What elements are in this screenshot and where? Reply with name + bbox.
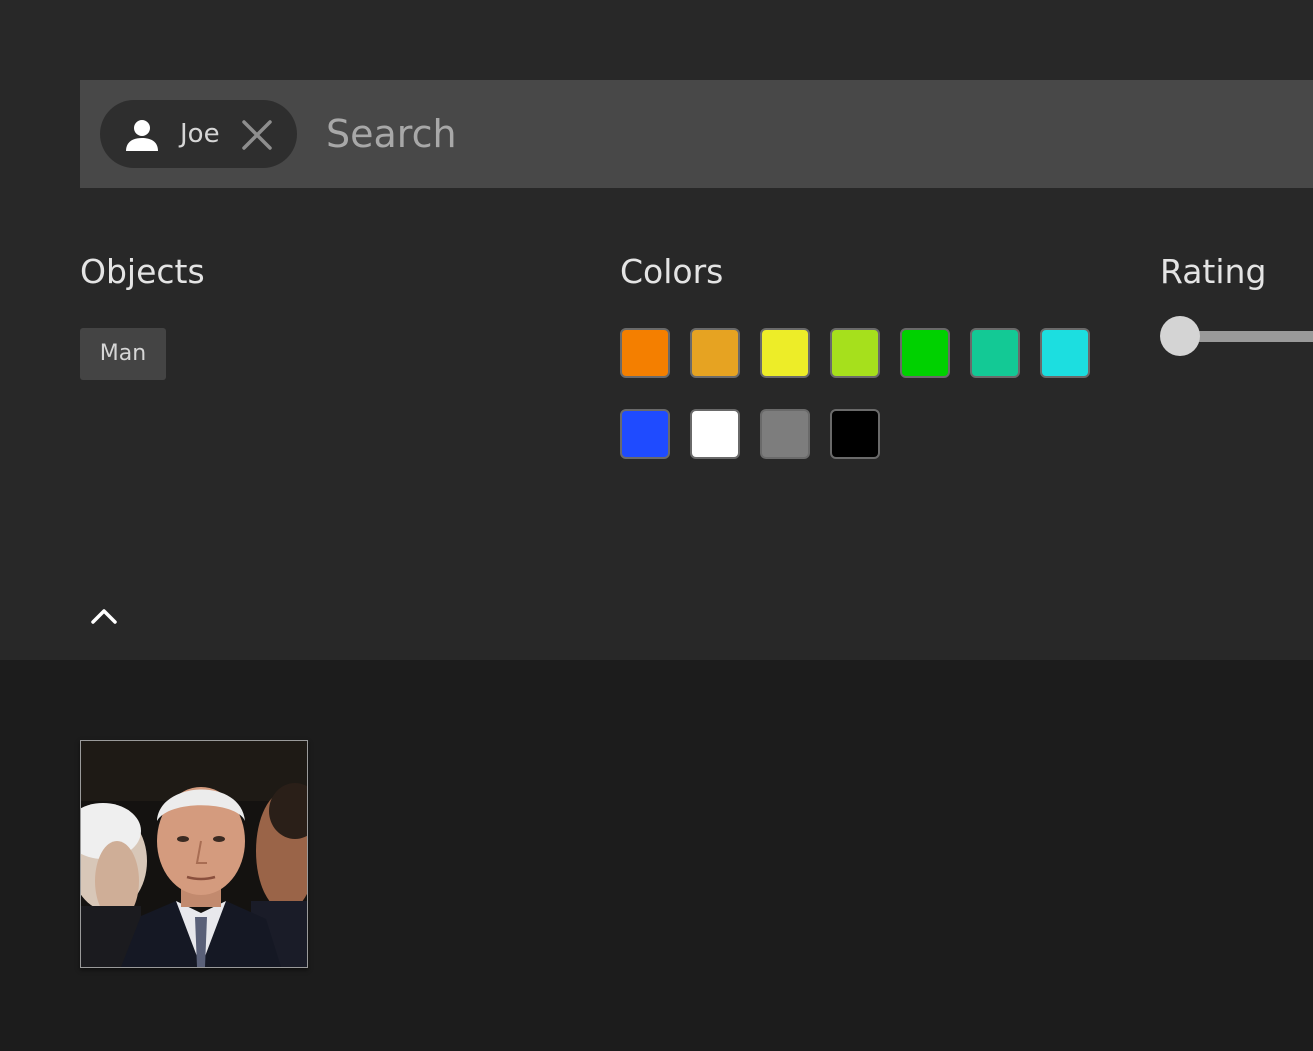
color-swatch-teal[interactable] (970, 328, 1020, 378)
color-swatch-black[interactable] (830, 409, 880, 459)
color-swatch-lime[interactable] (830, 328, 880, 378)
color-swatch-cyan[interactable] (1040, 328, 1090, 378)
person-chip[interactable]: Joe (100, 100, 297, 168)
color-swatch-gray[interactable] (760, 409, 810, 459)
color-swatch-white[interactable] (690, 409, 740, 459)
rating-title: Rating (1160, 252, 1267, 291)
result-thumbnail[interactable] (80, 740, 308, 968)
color-swatch-orange[interactable] (620, 328, 670, 378)
rating-slider-thumb[interactable] (1160, 316, 1200, 356)
color-swatch-amber[interactable] (690, 328, 740, 378)
close-icon[interactable] (240, 118, 274, 152)
color-swatch-yellow[interactable] (760, 328, 810, 378)
color-swatch-blue[interactable] (620, 409, 670, 459)
chevron-up-icon[interactable] (86, 598, 122, 634)
person-icon (124, 117, 160, 153)
filter-panel: Joe Objects Colors Rating Man (0, 0, 1313, 660)
chip-label: Joe (180, 119, 220, 149)
color-swatch-green[interactable] (900, 328, 950, 378)
search-bar: Joe (80, 80, 1313, 188)
objects-title: Objects (80, 252, 205, 291)
object-tag-man[interactable]: Man (80, 328, 166, 380)
search-input[interactable] (326, 108, 1226, 160)
colors-title: Colors (620, 252, 724, 291)
